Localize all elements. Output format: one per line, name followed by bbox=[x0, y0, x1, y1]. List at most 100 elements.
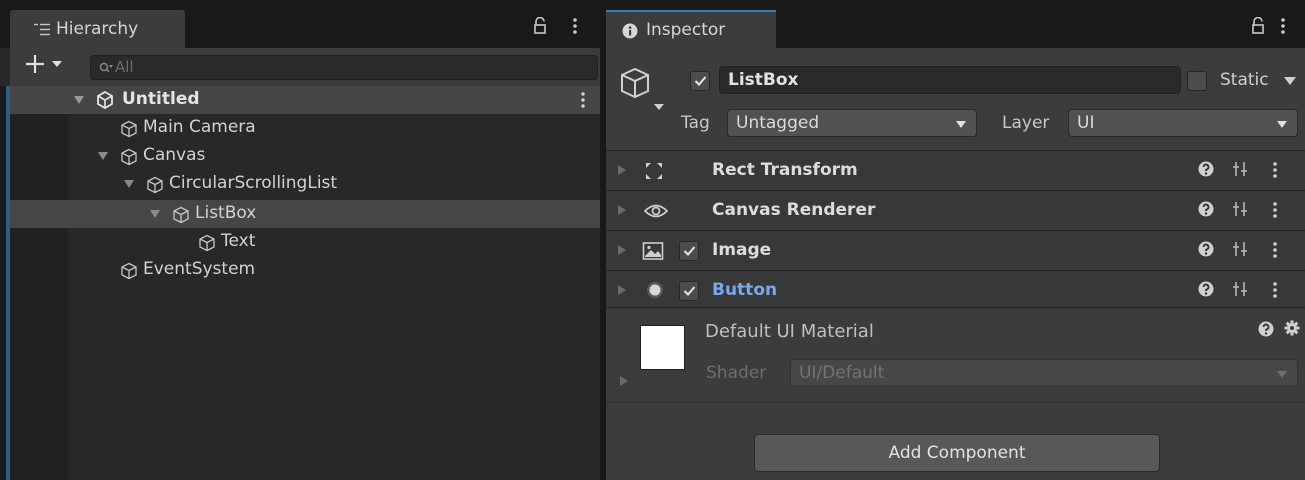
image-component-icon bbox=[642, 241, 664, 261]
gameobject-cube-icon bbox=[120, 262, 138, 280]
presets-icon[interactable] bbox=[1232, 281, 1248, 297]
chevron-down-icon bbox=[1277, 121, 1287, 128]
list-item-label: Canvas bbox=[143, 145, 206, 165]
expand-arrow-icon[interactable] bbox=[150, 210, 160, 218]
inspector-more-icon[interactable] bbox=[1280, 17, 1286, 35]
eye-icon bbox=[644, 201, 668, 221]
presets-icon[interactable] bbox=[1232, 201, 1248, 217]
hierarchy-list-icon bbox=[34, 23, 50, 36]
list-item[interactable]: Canvas bbox=[10, 142, 600, 170]
rect-transform-icon bbox=[644, 161, 664, 181]
divider bbox=[606, 402, 1305, 403]
list-item-label: Main Camera bbox=[143, 117, 256, 137]
button-component-icon bbox=[646, 281, 664, 299]
scene-more-icon[interactable] bbox=[580, 92, 586, 108]
static-chevron-down-icon[interactable] bbox=[1284, 77, 1296, 85]
expand-arrow-icon[interactable] bbox=[74, 96, 84, 104]
search-icon bbox=[99, 62, 113, 74]
component-title: Rect Transform bbox=[712, 160, 858, 180]
static-dropdown-label[interactable]: Static bbox=[1220, 70, 1269, 90]
image-enabled-checkbox[interactable] bbox=[679, 241, 699, 261]
hierarchy-top-gap bbox=[0, 0, 600, 10]
add-component-button[interactable]: Add Component bbox=[754, 434, 1160, 472]
scene-row[interactable]: Untitled bbox=[10, 86, 600, 114]
component-rect-transform[interactable]: Rect Transform bbox=[606, 150, 1305, 190]
tag-value: Untagged bbox=[736, 113, 820, 133]
chevron-down-icon bbox=[956, 121, 966, 128]
shader-value: UI/Default bbox=[799, 363, 885, 383]
hierarchy-left-edge bbox=[0, 86, 10, 480]
component-image[interactable]: Image bbox=[606, 230, 1305, 270]
foldout-arrow-icon[interactable] bbox=[618, 285, 626, 295]
list-item[interactable]: Text bbox=[10, 228, 600, 256]
chevron-down-icon bbox=[1277, 371, 1287, 378]
object-name-value: ListBox bbox=[728, 70, 799, 90]
shader-label: Shader bbox=[706, 363, 767, 383]
shader-dropdown: UI/Default bbox=[790, 359, 1298, 387]
layer-dropdown[interactable]: UI bbox=[1068, 109, 1298, 137]
presets-icon[interactable] bbox=[1232, 241, 1248, 257]
material-help-icon[interactable] bbox=[1258, 321, 1274, 337]
tag-label: Tag bbox=[681, 113, 710, 133]
list-item[interactable]: Main Camera bbox=[10, 114, 600, 142]
inspector-lock-icon[interactable] bbox=[1251, 17, 1265, 35]
component-title: Image bbox=[712, 240, 772, 260]
component-title-button: Button bbox=[712, 280, 778, 300]
material-preview-swatch[interactable] bbox=[640, 325, 685, 370]
component-more-icon[interactable] bbox=[1272, 241, 1278, 259]
presets-icon[interactable] bbox=[1232, 161, 1248, 177]
expand-arrow-icon[interactable] bbox=[98, 152, 108, 160]
static-checkbox[interactable] bbox=[1187, 71, 1207, 91]
list-item[interactable]: EventSystem bbox=[10, 256, 600, 284]
plus-icon bbox=[26, 55, 62, 73]
scene-name: Untitled bbox=[122, 89, 200, 109]
hierarchy-more-icon[interactable] bbox=[572, 17, 578, 35]
gameobject-cube-icon bbox=[172, 206, 190, 224]
material-name: Default UI Material bbox=[705, 321, 874, 342]
component-more-icon[interactable] bbox=[1272, 201, 1278, 219]
list-item-selected[interactable]: ListBox bbox=[10, 200, 600, 228]
hierarchy-search-input[interactable]: All bbox=[90, 55, 598, 80]
help-icon[interactable] bbox=[1198, 241, 1214, 257]
tag-dropdown[interactable]: Untagged bbox=[727, 109, 977, 137]
tab-hierarchy[interactable]: Hierarchy bbox=[10, 10, 185, 48]
search-placeholder: All bbox=[115, 58, 134, 76]
material-foldout-arrow-icon[interactable] bbox=[620, 376, 628, 386]
gameobject-large-cube-icon bbox=[620, 66, 668, 114]
tab-hierarchy-label: Hierarchy bbox=[56, 19, 139, 39]
component-button[interactable]: Button bbox=[606, 270, 1305, 310]
gameobject-cube-icon bbox=[120, 148, 138, 166]
help-icon[interactable] bbox=[1198, 281, 1214, 297]
button-enabled-checkbox[interactable] bbox=[679, 281, 699, 301]
list-item-label: CircularScrollingList bbox=[169, 173, 338, 193]
component-more-icon[interactable] bbox=[1272, 161, 1278, 179]
create-button[interactable] bbox=[22, 52, 74, 80]
active-checkbox[interactable] bbox=[690, 71, 710, 91]
unity-scene-icon bbox=[96, 91, 114, 109]
help-icon[interactable] bbox=[1198, 161, 1214, 177]
tab-inspector-label: Inspector bbox=[646, 20, 726, 40]
layer-value: UI bbox=[1077, 113, 1095, 133]
tab-inspector[interactable]: Inspector bbox=[606, 10, 776, 48]
component-more-icon[interactable] bbox=[1272, 281, 1278, 299]
component-canvas-renderer[interactable]: Canvas Renderer bbox=[606, 190, 1305, 230]
list-item-label: ListBox bbox=[195, 203, 257, 223]
info-icon bbox=[622, 23, 638, 39]
material-settings-gear-icon[interactable] bbox=[1284, 320, 1300, 336]
gameobject-cube-icon bbox=[198, 234, 216, 252]
list-item-label: Text bbox=[221, 231, 256, 251]
gameobject-cube-icon bbox=[146, 176, 164, 194]
expand-arrow-icon[interactable] bbox=[124, 180, 134, 188]
help-icon[interactable] bbox=[1198, 201, 1214, 217]
component-title: Canvas Renderer bbox=[712, 200, 876, 220]
list-item[interactable]: CircularScrollingList bbox=[10, 170, 600, 198]
foldout-arrow-icon[interactable] bbox=[618, 245, 626, 255]
hierarchy-lock-icon[interactable] bbox=[533, 17, 547, 35]
list-item-label: EventSystem bbox=[143, 259, 256, 279]
inspector-top-gap bbox=[606, 0, 1305, 10]
object-name-field[interactable]: ListBox bbox=[719, 66, 1181, 94]
foldout-arrow-icon[interactable] bbox=[618, 165, 626, 175]
layer-label: Layer bbox=[1002, 113, 1050, 133]
gameobject-cube-icon bbox=[120, 120, 138, 138]
foldout-arrow-icon[interactable] bbox=[618, 205, 626, 215]
